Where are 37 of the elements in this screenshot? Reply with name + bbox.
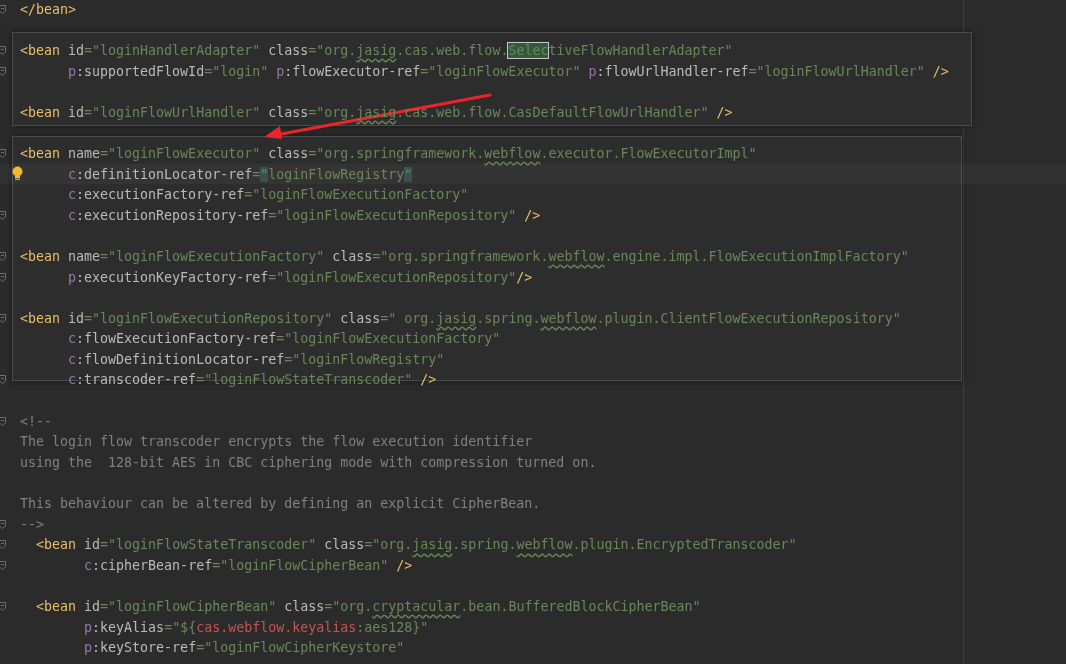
fold-icon[interactable] [0, 148, 6, 158]
code-line: c:flowDefinitionLocator-ref="loginFlowRegistry" [67, 350, 445, 368]
code-line: --> [20, 515, 45, 533]
fold-icon[interactable] [0, 251, 6, 261]
fold-icon[interactable] [0, 210, 6, 220]
code-line: <bean id="loginFlowExecutionRepository" class=" org.jasig.spring.webflow.plugin.ClientFlowExecutionRepository" [20, 309, 901, 327]
code-line: c:definitionLocator-ref="loginFlowRegistry" [67, 165, 413, 183]
fold-icon[interactable] [0, 272, 6, 282]
code-line: p:supportedFlowId="login" p:flowExecutor-ref="loginFlowExecutor" p:flowUrlHandler-ref="loginFlowUrlHandler" /> [67, 62, 949, 80]
code-line: <bean id="loginFlowStateTranscoder" class="org.jasig.spring.webflow.plugin.EncryptedTranscoder" [35, 536, 797, 554]
code-line: p:keyAlias="${cas.webflow.keyalias:aes128}" [83, 618, 429, 636]
code-line: c:executionFactory-ref="loginFlowExecutionFactory" [67, 186, 469, 204]
fold-icon[interactable] [0, 560, 6, 570]
code-line: p:keyStore-ref="loginFlowCipherKeystore" [83, 639, 405, 657]
code-line: c:executionRepository-ref="loginFlowExecutionRepository" /> [67, 206, 541, 224]
fold-icon[interactable] [0, 519, 6, 529]
code-line: c:transcoder-ref="loginFlowStateTranscoder" /> [67, 371, 437, 389]
code-line: p:executionKeyFactory-ref="loginFlowExecutionRepository"/> [67, 268, 533, 286]
code-line: <!-- [20, 412, 53, 430]
fold-icon[interactable] [0, 540, 6, 550]
code-line: This behaviour can be altered by defining an explicit CipherBean. [20, 495, 541, 513]
fold-icon[interactable] [0, 66, 6, 76]
fold-icon[interactable] [0, 602, 6, 611]
lightbulb-icon[interactable] [12, 165, 23, 181]
code-line: <bean name="loginFlowExecutor" class="org.springframework.webflow.executor.FlowExecutorImpl" [20, 144, 757, 162]
code-line: </bean> [20, 0, 77, 18]
code-line: c:flowExecutionFactory-ref="loginFlowExecutionFactory" [67, 330, 501, 348]
fold-icon[interactable] [0, 313, 6, 323]
code-line: c:cipherBean-ref="loginFlowCipherBean" /> [83, 556, 413, 574]
fold-icon[interactable] [0, 375, 6, 385]
code-line: using the 128-bit AES in CBC ciphering mode with compression turned on. [20, 453, 597, 471]
code-line: <bean name="loginFlowExecutionFactory" class="org.springframework.webflow.engine.impl.FlowExecutionImplFactory" [20, 247, 909, 265]
fold-icon[interactable] [0, 4, 6, 14]
code-line: <bean id="loginFlowCipherBean" class="org.cryptacular.bean.BufferedBlockCipherBean" [35, 598, 701, 615]
fold-icon[interactable] [0, 416, 6, 426]
fold-icon[interactable] [0, 46, 6, 55]
code-line: The login flow transcoder encrypts the flow execution identifier [20, 433, 533, 451]
